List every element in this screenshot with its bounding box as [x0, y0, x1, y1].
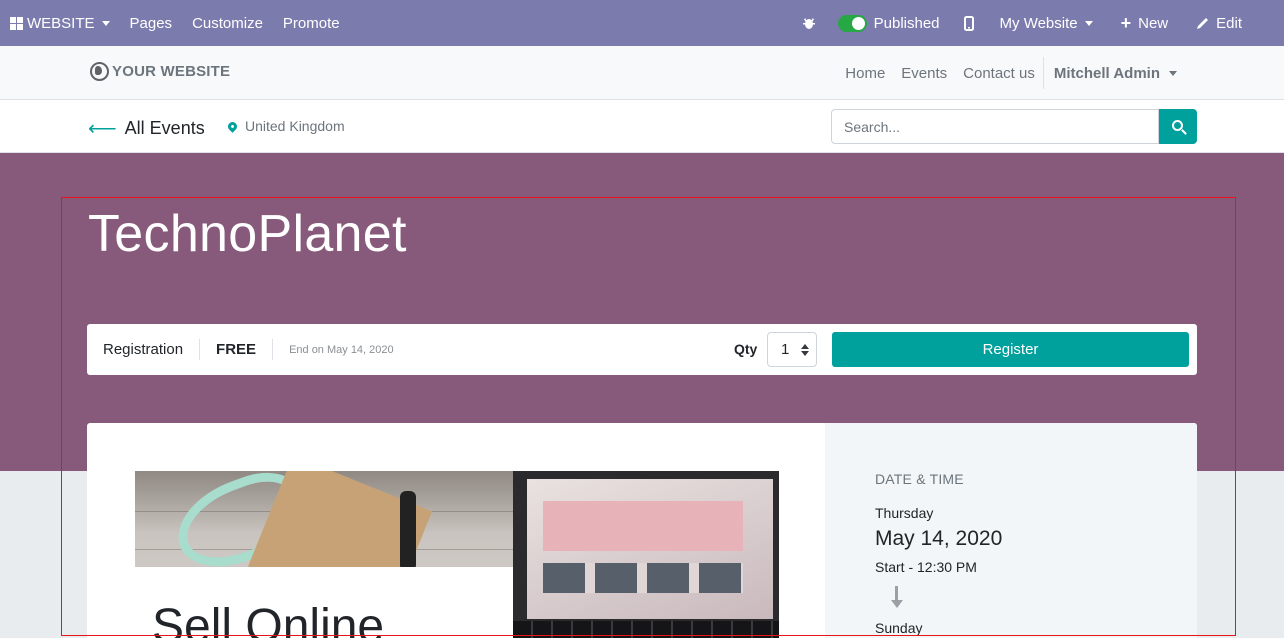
nav-events[interactable]: Events — [893, 65, 955, 82]
location-label: United Kingdom — [245, 118, 345, 134]
qty-value: 1 — [781, 341, 790, 358]
caret-down-icon — [101, 20, 110, 26]
ticket-price: FREE — [200, 339, 274, 360]
promote-menu[interactable]: Promote — [273, 0, 350, 46]
toggle-switch-icon — [837, 14, 867, 32]
location-filter[interactable]: United Kingdom — [226, 118, 345, 134]
pencil-icon — [1197, 18, 1209, 29]
user-menu[interactable]: Mitchell Admin — [1042, 57, 1189, 89]
pages-menu[interactable]: Pages — [120, 0, 183, 46]
main-nav: Home Events Contact us Mitchell Admin — [837, 46, 1189, 100]
qty-label: Qty — [734, 341, 758, 357]
new-label: New — [1138, 14, 1169, 32]
globe-icon — [90, 62, 109, 81]
mobile-icon — [963, 15, 974, 31]
publish-status-label: Published — [873, 14, 940, 32]
cover-heading: Sell Online — [152, 600, 385, 638]
arrow-left-icon: ⟵ — [88, 118, 117, 140]
end-day: Sunday — [875, 620, 923, 636]
app-menu-button[interactable]: WEBSITE — [0, 0, 120, 46]
search-input[interactable] — [831, 109, 1159, 144]
debug-button[interactable] — [790, 0, 828, 46]
register-button[interactable]: Register — [832, 332, 1189, 367]
arrow-down-icon — [890, 586, 904, 610]
all-events-link[interactable]: ⟵ All Events — [88, 116, 205, 141]
mobile-preview-button[interactable] — [950, 0, 988, 46]
site-logo[interactable]: YOUR WEBSITE — [90, 62, 230, 81]
nav-contact-us[interactable]: Contact us — [955, 65, 1043, 82]
apps-grid-icon — [10, 16, 23, 30]
publish-toggle[interactable]: Published — [828, 0, 950, 46]
caret-down-icon — [1084, 20, 1093, 26]
logo-text: YOUR WEBSITE — [112, 63, 231, 80]
site-header: YOUR WEBSITE Home Events Contact us Mitc… — [0, 46, 1284, 100]
app-menu-label: WEBSITE — [27, 14, 95, 32]
registration-label: Registration — [87, 339, 201, 360]
registration-bar: Registration FREE End on May 14, 2020 Qt… — [87, 324, 1197, 375]
edit-button[interactable]: Edit — [1182, 0, 1284, 46]
map-marker-icon — [226, 119, 239, 133]
edit-label: Edit — [1216, 14, 1242, 32]
user-name: Mitchell Admin — [1053, 64, 1160, 82]
start-day: Thursday — [875, 505, 934, 521]
website-selector-label: My Website — [999, 14, 1078, 32]
website-selector[interactable]: My Website — [988, 0, 1107, 46]
bug-icon — [802, 18, 815, 29]
start-date: May 14, 2020 — [875, 527, 1003, 550]
registration-end-date: End on May 14, 2020 — [289, 343, 394, 356]
plus-icon: + — [1120, 13, 1132, 33]
date-time-heading: DATE & TIME — [875, 471, 964, 487]
caret-down-icon — [1169, 70, 1177, 76]
admin-bar: WEBSITE Pages Customize Promote Publishe… — [0, 0, 1284, 46]
nav-home[interactable]: Home — [837, 65, 893, 82]
search-icon — [1171, 120, 1183, 131]
qty-select[interactable]: 1 — [767, 332, 817, 367]
event-content-card: Sell Online — [87, 423, 1197, 638]
start-time: Start - 12:30 PM — [875, 559, 977, 575]
all-events-label: All Events — [124, 118, 205, 138]
search-button[interactable] — [1159, 109, 1197, 144]
search-bar — [831, 109, 1197, 144]
new-button[interactable]: + New — [1107, 0, 1183, 46]
events-subnav: ⟵ All Events United Kingdom — [0, 100, 1284, 153]
event-title: TechnoPlanet — [88, 205, 407, 263]
customize-menu[interactable]: Customize — [182, 0, 273, 46]
